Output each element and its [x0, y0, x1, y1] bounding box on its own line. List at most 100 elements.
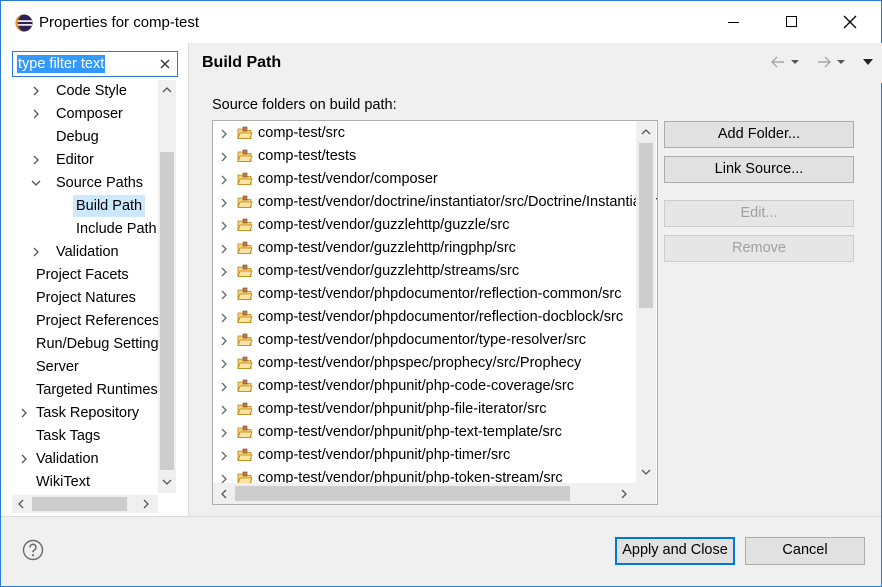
view-menu-icon[interactable]	[862, 58, 874, 66]
edit-button[interactable]: Edit...	[664, 200, 854, 227]
folder-package-icon	[237, 264, 253, 277]
tree-item-label: Targeted Runtimes	[36, 382, 158, 398]
tree-item-label: Composer	[56, 106, 123, 122]
remove-button[interactable]: Remove	[664, 235, 854, 262]
maximize-icon	[786, 16, 797, 27]
folder-package-icon	[237, 195, 253, 208]
folder-path-label: comp-test/vendor/phpunit/php-code-covera…	[258, 378, 574, 394]
tree-item-label: Build Path	[73, 195, 146, 217]
chevron-right-icon[interactable]	[219, 404, 229, 416]
list-vertical-scrollbar[interactable]	[636, 121, 656, 483]
chevron-right-icon[interactable]	[219, 381, 229, 393]
chevron-right-icon[interactable]	[219, 151, 229, 163]
chevron-right-icon[interactable]	[142, 499, 150, 509]
chevron-down-icon[interactable]	[162, 478, 172, 486]
footer-divider	[1, 516, 881, 517]
folder-path-label: comp-test/tests	[258, 148, 357, 164]
tree-vscroll-thumb[interactable]	[160, 152, 174, 470]
cancel-button[interactable]: Cancel	[745, 537, 865, 565]
chevron-down-icon[interactable]	[31, 177, 41, 189]
list-vscroll-thumb[interactable]	[639, 143, 653, 308]
chevron-right-icon[interactable]	[219, 128, 229, 140]
tree-item-label: Debug	[56, 129, 99, 145]
scrollbar-corner	[636, 483, 656, 504]
list-hscroll-thumb[interactable]	[235, 486, 570, 501]
chevron-right-icon[interactable]	[620, 489, 628, 499]
back-icon[interactable]	[770, 55, 786, 69]
tree-item-label: Validation	[36, 451, 99, 467]
add-folder-button[interactable]: Add Folder...	[664, 121, 854, 148]
clear-icon[interactable]	[157, 56, 173, 72]
folder-path-label: comp-test/vendor/phpunit/php-timer/src	[258, 447, 511, 463]
chevron-right-icon[interactable]	[19, 407, 29, 419]
minimize-icon	[728, 22, 739, 23]
chevron-right-icon[interactable]	[219, 220, 229, 232]
chevron-right-icon[interactable]	[219, 450, 229, 462]
tree-item-label: Include Path	[76, 221, 157, 237]
chevron-right-icon[interactable]	[219, 243, 229, 255]
link-source-button[interactable]: Link Source...	[664, 156, 854, 183]
chevron-right-icon[interactable]	[219, 289, 229, 301]
properties-dialog: Properties for comp-test type filter tex…	[0, 0, 882, 587]
chevron-right-icon[interactable]	[19, 453, 29, 465]
chevron-right-icon[interactable]	[31, 154, 41, 166]
folder-path-label: comp-test/vendor/phpspec/prophecy/src/Pr…	[258, 355, 582, 371]
tree-horizontal-scrollbar[interactable]	[12, 495, 158, 513]
apply-and-close-button[interactable]: Apply and Close	[615, 537, 735, 565]
chevron-right-icon[interactable]	[219, 174, 229, 186]
title-bar: Properties for comp-test	[1, 1, 881, 43]
tree-item-label: Editor	[56, 152, 94, 168]
page-title: Build Path	[202, 54, 282, 71]
preference-tree: Code Style Composer Debug Editor Source …	[12, 80, 158, 533]
folder-path-label: comp-test/vendor/phpdocumentor/reflectio…	[258, 309, 624, 325]
folder-package-icon	[237, 402, 253, 415]
source-folders-tree[interactable]: comp-test/src comp-test/tests comp-test/ve…	[212, 120, 658, 505]
close-button[interactable]	[821, 1, 879, 43]
page-nav-toolbar	[770, 54, 874, 70]
chevron-left-icon[interactable]	[17, 499, 25, 509]
folder-path-label: comp-test/vendor/composer	[258, 171, 438, 187]
chevron-right-icon[interactable]	[219, 312, 229, 324]
source-folders-label: Source folders on build path:	[212, 97, 397, 113]
chevron-down-icon[interactable]	[641, 468, 651, 476]
filter-input-text[interactable]: type filter text	[17, 55, 106, 73]
chevron-up-icon[interactable]	[641, 128, 651, 136]
folder-package-icon	[237, 287, 253, 300]
preference-tree-panel: type filter text Code Style Composer Deb…	[1, 43, 189, 516]
folder-path-label: comp-test/src	[258, 125, 346, 141]
chevron-right-icon[interactable]	[31, 108, 41, 120]
maximize-button[interactable]	[763, 1, 821, 43]
forward-icon[interactable]	[816, 55, 832, 69]
folder-package-icon	[237, 218, 253, 231]
chevron-right-icon[interactable]	[219, 197, 229, 209]
tree-item-label: WikiText	[36, 474, 90, 490]
minimize-button[interactable]	[705, 1, 763, 43]
filter-input[interactable]: type filter text	[12, 51, 178, 77]
folder-package-icon	[237, 448, 253, 461]
tree-item-label: Validation	[56, 244, 119, 260]
chevron-right-icon[interactable]	[31, 85, 41, 97]
chevron-right-icon[interactable]	[219, 335, 229, 347]
tree-item-label: Project References	[36, 313, 158, 329]
chevron-down-icon[interactable]	[836, 58, 846, 66]
folder-path-label: comp-test/vendor/phpunit/php-text-templa…	[258, 424, 562, 440]
folder-path-label: comp-test/vendor/guzzlehttp/guzzle/src	[258, 217, 510, 233]
folder-package-icon	[237, 356, 253, 369]
list-horizontal-scrollbar[interactable]	[213, 483, 636, 504]
folder-path-label: comp-test/vendor/guzzlehttp/ringphp/src	[258, 240, 516, 256]
folder-package-icon	[237, 425, 253, 438]
chevron-right-icon[interactable]	[31, 246, 41, 258]
chevron-left-icon[interactable]	[220, 489, 228, 499]
tree-hscroll-thumb[interactable]	[32, 497, 127, 511]
folder-package-icon	[237, 126, 253, 139]
folder-path-label: comp-test/vendor/phpdocumentor/reflectio…	[258, 286, 622, 302]
chevron-right-icon[interactable]	[219, 358, 229, 370]
tree-item-label: Task Tags	[36, 428, 101, 444]
chevron-right-icon[interactable]	[219, 427, 229, 439]
help-icon[interactable]	[22, 539, 44, 561]
tree-vertical-scrollbar[interactable]	[158, 80, 176, 493]
folder-package-icon	[237, 149, 253, 162]
chevron-right-icon[interactable]	[219, 266, 229, 278]
chevron-up-icon[interactable]	[162, 86, 172, 94]
chevron-down-icon[interactable]	[790, 58, 800, 66]
